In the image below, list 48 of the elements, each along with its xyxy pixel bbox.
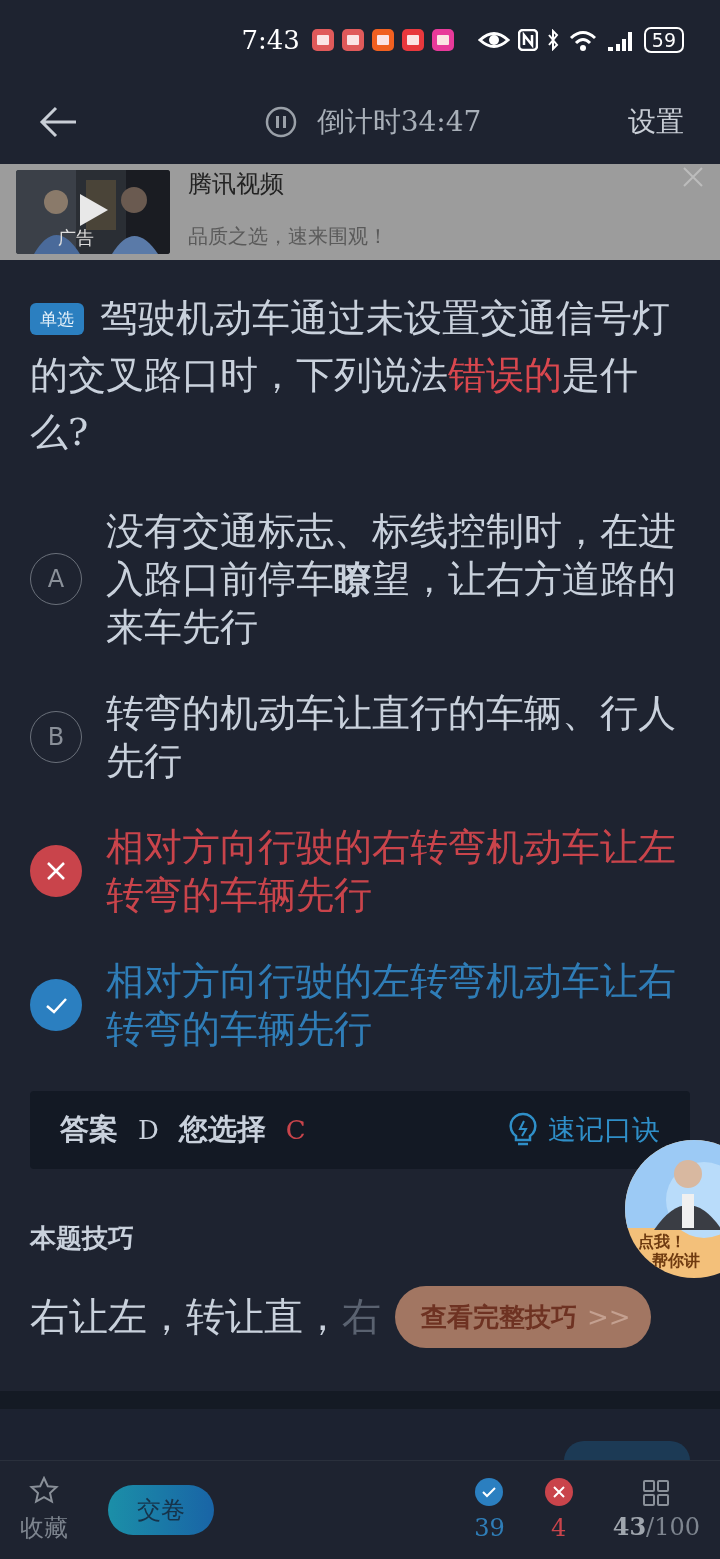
bluetooth-icon — [545, 29, 560, 51]
status-time: 7:43 — [241, 25, 300, 55]
app-notification-icon — [341, 29, 364, 51]
question-grid-button[interactable]: 43/100 — [612, 1479, 700, 1541]
battery-indicator: 59 — [643, 27, 684, 53]
app-notification-icon — [401, 29, 424, 51]
pause-icon — [264, 106, 297, 138]
app-notification-icon — [311, 29, 334, 51]
wrong-icon — [544, 1478, 573, 1506]
mnemonic-link[interactable]: 速记口诀 — [548, 1111, 660, 1149]
tip-title: 本题技巧 — [30, 1222, 134, 1255]
view-full-tip-button[interactable]: 查看完整技巧 >> — [395, 1286, 651, 1348]
wrong-count[interactable]: 4 — [544, 1478, 573, 1542]
app-notification-icon — [431, 29, 454, 51]
close-icon — [682, 166, 704, 188]
correct-answer: D — [138, 1115, 159, 1145]
option-text: 转弯的机动车让直行的车辆、行人先行 — [106, 690, 677, 785]
app-notification-icon — [371, 29, 394, 51]
badge-text: 帮你讲 — [651, 1251, 700, 1270]
ad-subtitle: 品质之选，速来围观！ — [188, 223, 388, 250]
submit-exam-button[interactable]: 交卷 — [108, 1485, 214, 1535]
favorite-button[interactable]: 收藏 — [20, 1476, 68, 1544]
answer-option[interactable]: A 没有交通标志、标线控制时，在进入路口前停车瞭望，让右方道路的来车先行 — [30, 507, 690, 651]
ad-label: 广告 — [58, 226, 94, 250]
ad-title: 腾讯视频 — [188, 169, 285, 200]
wrong-mark-icon — [30, 845, 82, 897]
eye-icon — [477, 29, 510, 51]
countdown-timer: 倒计时34:47 — [316, 104, 482, 140]
answer-option[interactable]: B 转弯的机动车让直行的车辆、行人先行 — [30, 689, 690, 785]
correct-count[interactable]: 39 — [474, 1478, 505, 1542]
tip-text: 右让左，转让直， — [30, 1293, 342, 1341]
correct-icon — [475, 1478, 504, 1506]
grid-icon — [643, 1479, 670, 1506]
nfc-icon — [517, 29, 538, 51]
tip-text-faded: 右 — [342, 1293, 381, 1341]
lightbulb-icon — [508, 1112, 538, 1148]
answer-label: 答案 — [60, 1111, 118, 1148]
chosen-answer: C — [285, 1115, 306, 1145]
settings-button[interactable]: 设置 — [628, 103, 684, 141]
chosen-label: 您选择 — [178, 1111, 266, 1148]
correct-mark-icon — [30, 979, 82, 1031]
badge-text: 点我！ — [638, 1232, 687, 1251]
back-arrow-icon — [38, 106, 78, 138]
ad-banner[interactable]: 广告 腾讯视频 品质之选，速来围观！ — [0, 164, 720, 260]
wifi-icon — [567, 28, 598, 52]
star-icon — [29, 1476, 59, 1506]
option-text: 没有交通标志、标线控制时，在进入路口前停车瞭望，让右方道路的来车先行 — [106, 508, 677, 651]
question-text: 单选 驾驶机动车通过未设置交通信号灯的交叉路口时，下列说法错误的是什么? — [30, 295, 671, 456]
